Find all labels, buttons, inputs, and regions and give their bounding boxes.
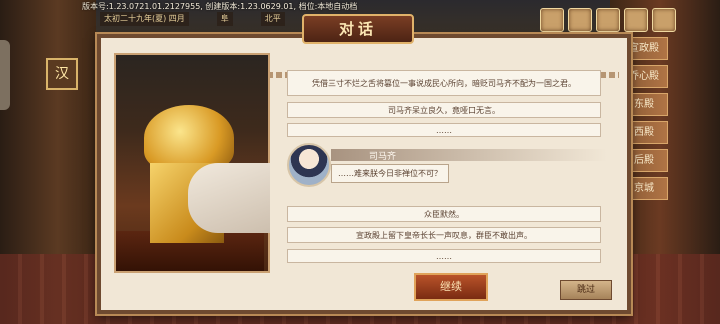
- dialogue-title: 对话: [302, 14, 414, 44]
- game-date: 太初二十九年(夏) 四月: [100, 12, 189, 26]
- speaker-name: 司马齐: [369, 152, 397, 162]
- story-illustration: [114, 53, 270, 273]
- top-status-item: 北平: [260, 12, 285, 26]
- character-icon[interactable]: [540, 8, 564, 32]
- hand-image: [188, 163, 270, 233]
- side-badge[interactable]: 汉: [46, 58, 78, 90]
- top-status-item: 阜: [216, 12, 233, 26]
- speaker-avatar: [287, 143, 331, 187]
- continue-button[interactable]: 继续: [414, 273, 488, 301]
- dialogue-window: 凭借三寸不烂之舌将篡位一事说成民心所向，暗贬司马齐不配为一国之君。 司马齐呆立良…: [97, 34, 631, 314]
- character-icon[interactable]: [568, 8, 592, 32]
- skip-button[interactable]: 跳过: [560, 280, 612, 300]
- character-icon[interactable]: [624, 8, 648, 32]
- jade-seal-dragon-knob: [144, 105, 234, 171]
- speaker-row: 司马齐 ……难来朕今日非禅位不可？: [287, 143, 607, 193]
- dialogue-title-plate: 对话: [302, 14, 414, 44]
- narration-line: ……: [287, 123, 601, 137]
- narration-line: 众臣默然。: [287, 206, 601, 222]
- left-edge-tab[interactable]: [0, 40, 10, 110]
- speech-bubble: ……难来朕今日非禅位不可？: [331, 164, 449, 183]
- top-icon-bar: [540, 8, 676, 32]
- dialogue-panel: 凭借三寸不烂之舌将篡位一事说成民心所向，暗贬司马齐不配为一国之君。 司马齐呆立良…: [279, 48, 607, 272]
- top-status-bar: 太初二十九年(夏) 四月 阜 北平: [100, 12, 320, 26]
- character-icon[interactable]: [652, 8, 676, 32]
- character-icon[interactable]: [596, 8, 620, 32]
- narration-line: ……: [287, 249, 601, 263]
- narration-line: 司马齐呆立良久，竟哑口无言。: [287, 102, 601, 118]
- version-text: 版本号:1.23.0721.01.2127955, 创建版本:1.23.0629…: [82, 2, 358, 11]
- narration-line: 宣政殿上留下皇帝长长一声叹息，群臣不敢出声。: [287, 227, 601, 243]
- narration-line: 凭借三寸不烂之舌将篡位一事说成民心所向，暗贬司马齐不配为一国之君。: [287, 70, 601, 96]
